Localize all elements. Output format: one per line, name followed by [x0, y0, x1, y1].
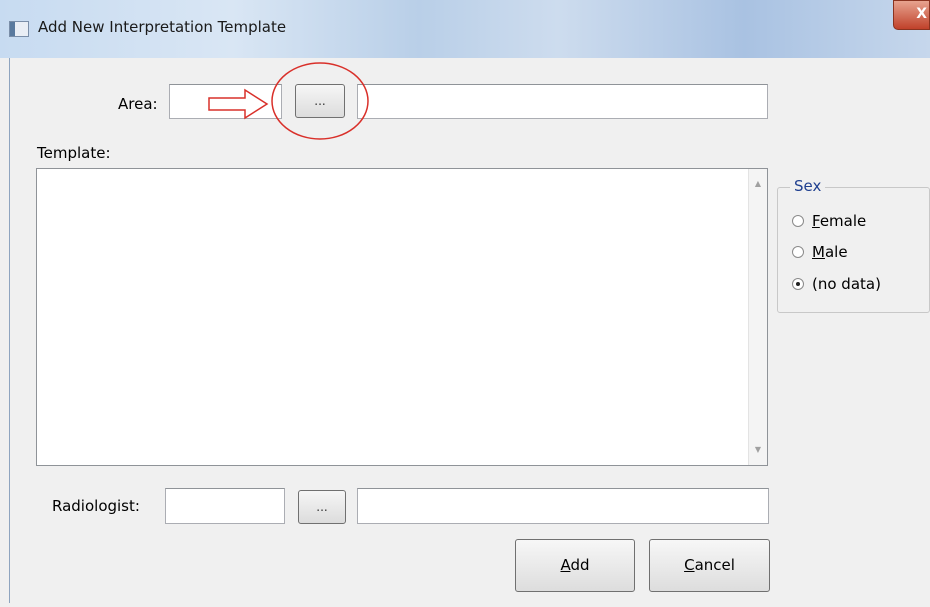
sex-option-female[interactable]: Female — [792, 212, 866, 230]
sex-group-title: Sex — [790, 177, 826, 195]
cancel-button[interactable]: Cancel — [649, 539, 770, 592]
sex-option-no-data[interactable]: (no data) — [792, 275, 881, 293]
scroll-down-arrow-icon[interactable]: ▼ — [749, 441, 767, 459]
window-title: Add New Interpretation Template — [38, 18, 287, 36]
title-bar: Add New Interpretation Template X — [0, 0, 930, 58]
sex-option-male-label: Male — [812, 243, 848, 261]
annotation-arrow — [208, 88, 269, 120]
radio-no-data[interactable] — [792, 278, 804, 290]
area-label: Area: — [118, 95, 158, 113]
annotation-overlay — [208, 62, 369, 140]
radio-female[interactable] — [792, 215, 804, 227]
close-button[interactable]: X — [893, 0, 930, 30]
radiologist-name-input[interactable] — [357, 488, 769, 524]
template-scrollbar[interactable]: ▲ ▼ — [748, 169, 767, 465]
radiologist-label: Radiologist: — [52, 497, 140, 515]
add-button[interactable]: Add — [515, 539, 635, 592]
template-textarea[interactable]: ▲ ▼ — [36, 168, 768, 466]
sex-option-female-label: Female — [812, 212, 867, 230]
annotation-circle — [271, 62, 369, 140]
template-label: Template: — [37, 144, 111, 162]
sex-option-no-data-label: (no data) — [812, 275, 881, 293]
app-icon — [9, 21, 29, 37]
radiologist-code-input[interactable] — [165, 488, 285, 524]
radio-male[interactable] — [792, 246, 804, 258]
sex-option-male[interactable]: Male — [792, 243, 848, 261]
scroll-up-arrow-icon[interactable]: ▲ — [749, 175, 767, 193]
radiologist-browse-button[interactable]: ... — [298, 490, 346, 524]
area-name-input[interactable] — [357, 84, 768, 119]
